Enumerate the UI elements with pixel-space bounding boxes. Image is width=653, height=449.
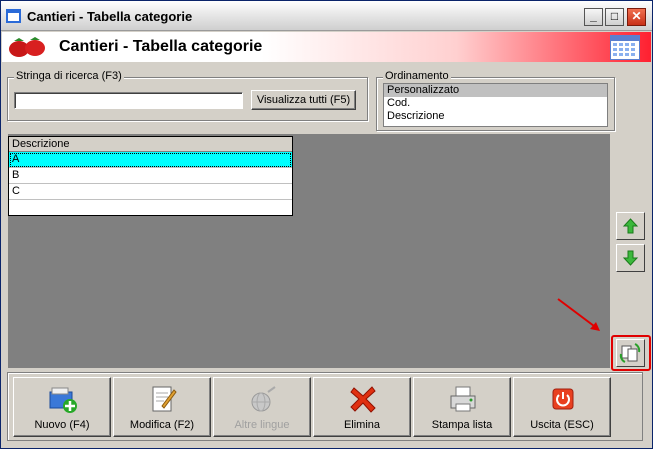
- minimize-button[interactable]: _: [584, 8, 603, 26]
- exit-button-label: Uscita (ESC): [530, 419, 594, 431]
- calendar-icon[interactable]: [610, 35, 640, 60]
- strawberries-logo-icon: [9, 37, 45, 57]
- new-folder-plus-icon: [49, 387, 77, 413]
- ordering-group-label: Ordinamento: [383, 70, 451, 82]
- print-list-button[interactable]: Stampa lista: [413, 377, 511, 437]
- other-languages-button[interactable]: Altre lingue: [213, 377, 311, 437]
- move-down-button[interactable]: [616, 244, 645, 272]
- arrow-down-icon: [622, 250, 639, 266]
- window-icon: [6, 9, 21, 23]
- ordering-option-descrizione[interactable]: Descrizione: [384, 110, 607, 123]
- ordering-option-personalizzato[interactable]: Personalizzato: [384, 84, 607, 97]
- table-row-empty[interactable]: [9, 200, 292, 215]
- other-languages-button-label: Altre lingue: [234, 419, 290, 431]
- categories-table[interactable]: Descrizione A B C: [8, 136, 293, 216]
- annotation-arrow-icon: [557, 298, 600, 331]
- printer-icon: [450, 386, 476, 412]
- power-exit-icon: [552, 388, 574, 410]
- delete-x-icon: [350, 386, 376, 413]
- column-header-descrizione[interactable]: Descrizione: [9, 137, 292, 152]
- table-row[interactable]: A: [9, 152, 292, 168]
- window-title: Cantieri - Tabella categorie: [27, 9, 193, 24]
- table-row[interactable]: C: [9, 184, 292, 200]
- edit-button-label: Modifica (F2): [129, 419, 195, 431]
- table-row[interactable]: B: [9, 168, 292, 184]
- show-all-button[interactable]: Visualizza tutti (F5): [251, 90, 356, 110]
- edit-document-icon: [152, 386, 177, 412]
- new-button-label: Nuovo (F4): [34, 419, 90, 431]
- header-banner: Cantieri - Tabella categorie: [2, 32, 651, 62]
- search-input[interactable]: [14, 92, 243, 109]
- maximize-button[interactable]: □: [605, 8, 624, 26]
- move-up-button[interactable]: [616, 212, 645, 240]
- arrow-up-icon: [622, 218, 639, 234]
- delete-button-label: Elimina: [343, 419, 381, 431]
- ordering-option-cod[interactable]: Cod.: [384, 97, 607, 110]
- search-group-label: Stringa di ricerca (F3): [14, 70, 124, 82]
- main-window: Cantieri - Tabella categorie _ □ ✕ Canti…: [0, 0, 653, 449]
- page-title: Cantieri - Tabella categorie: [59, 38, 263, 55]
- new-button[interactable]: Nuovo (F4): [13, 377, 111, 437]
- title-bar: Cantieri - Tabella categorie _ □ ✕: [1, 1, 652, 31]
- ordering-list[interactable]: Personalizzato Cod. Descrizione: [383, 83, 608, 127]
- globe-languages-icon: [251, 386, 276, 412]
- exit-button[interactable]: Uscita (ESC): [513, 377, 611, 437]
- print-list-button-label: Stampa lista: [431, 419, 493, 431]
- edit-button[interactable]: Modifica (F2): [113, 377, 211, 437]
- close-button[interactable]: ✕: [627, 8, 646, 26]
- annotation-highlight-box: [611, 335, 651, 371]
- delete-button[interactable]: Elimina: [313, 377, 411, 437]
